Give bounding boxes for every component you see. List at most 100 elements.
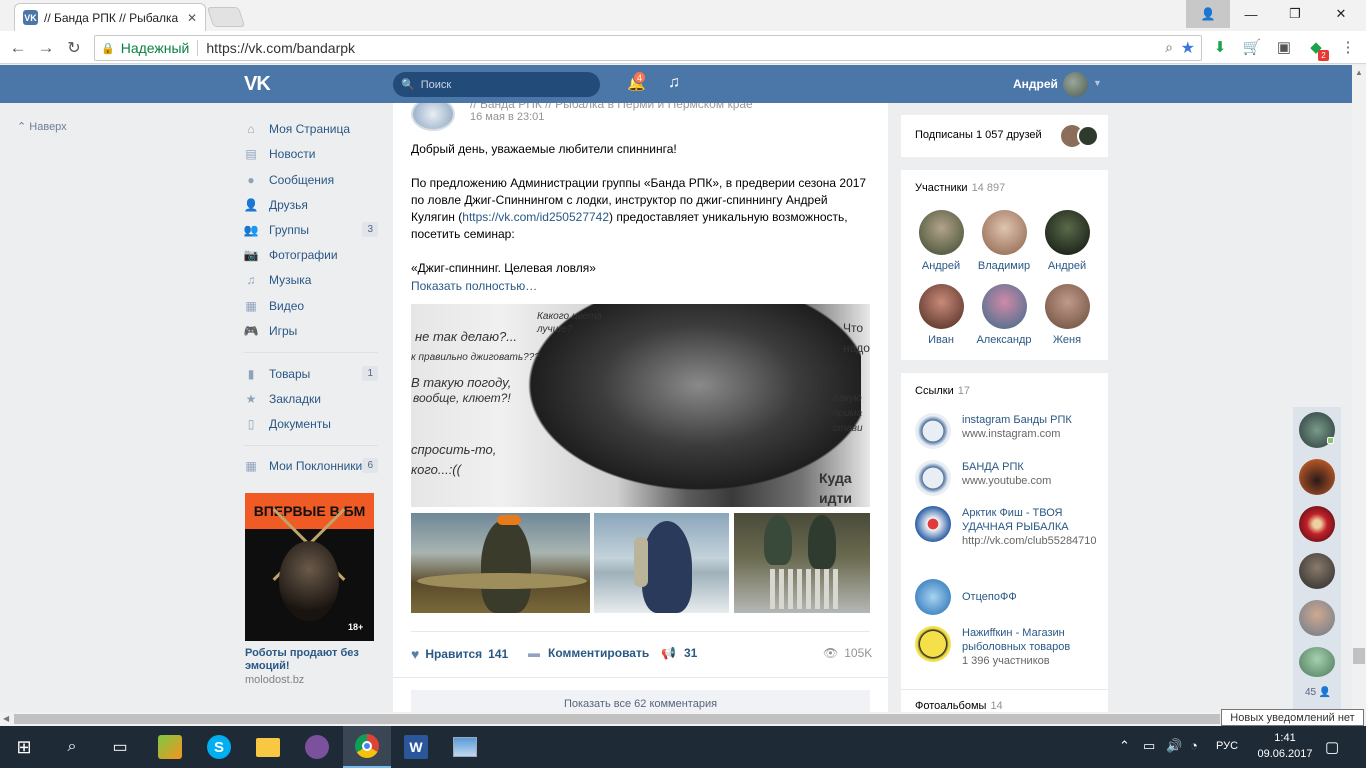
member-item[interactable]: Александр [974,284,1034,346]
like-button[interactable]: ♥ Нравится 141 [411,646,508,662]
ad-site[interactable]: molodost.bz [245,674,304,686]
share-button[interactable]: 📢 31 [661,646,697,660]
volume-icon[interactable]: 🔊 [1166,738,1182,754]
sidebar-item-documents[interactable]: ▯ Документы [244,411,378,436]
back-arrow-icon[interactable]: ← [6,36,30,60]
chrome-icon[interactable] [343,726,391,768]
sidebar-item-bookmarks[interactable]: ★ Закладки [244,386,378,411]
albums-title[interactable]: Фотоальбомы 14 [915,700,1003,712]
download-extension-icon[interactable]: ⬇ [1209,36,1231,58]
scroll-left-arrow-icon[interactable]: ◀ [3,714,9,723]
ad-banner[interactable]: ВПЕРВЫЕ В БМ 18+ [245,493,374,641]
zoom-icon[interactable]: ⌕ [1165,39,1173,56]
task-view-icon[interactable]: ▭ [96,726,144,768]
show-all-comments-button[interactable]: Показать все 62 комментария [411,690,870,713]
post-group-name[interactable]: // Банда РПК // Рыбалка в Перми и Пермск… [470,103,753,111]
sidebar-item-music[interactable]: ♫ Музыка [244,267,378,292]
comment-button[interactable]: ▬ Комментировать [528,646,649,660]
link-item[interactable]: Нажиffкин - Магазин рыболовных товаров 1 … [915,626,1107,668]
sidebar-item-goods[interactable]: ▮ Товары 1 [244,361,378,386]
friend-avatar[interactable] [1299,553,1335,589]
scroll-to-top-link[interactable]: ⌃ Наверх [17,120,67,133]
reload-icon[interactable]: ↻ [62,36,86,60]
person-icon: 👤 [243,197,259,212]
member-item[interactable]: Женя [1037,284,1097,346]
show-more-link[interactable]: Показать полностью… [411,279,537,293]
ad-title[interactable]: Роботы продают без эмоций! [245,647,375,673]
battery-icon[interactable]: ▭ [1143,738,1155,754]
horizontal-scroll-thumb[interactable] [14,714,1220,724]
taskbar-app-game-icon[interactable] [146,726,194,768]
viber-icon[interactable] [293,726,341,768]
close-window-icon[interactable]: ✕ [1318,0,1364,28]
taskbar-search-icon[interactable]: ⌕ [48,726,96,768]
action-center-icon[interactable]: ▢ [1325,738,1339,756]
friend-avatar[interactable] [1299,459,1335,495]
member-item[interactable]: Владимир [974,210,1034,272]
post-main-photo[interactable]: Какого цвета лучше? не так делаю?... к п… [411,304,870,507]
windows-start-icon[interactable]: ⊞ [0,726,48,768]
member-item[interactable]: Андрей [911,210,971,272]
chevron-down-icon[interactable]: ▼ [1093,78,1102,88]
post-photo-catch[interactable] [734,513,870,613]
photo-viewer-icon[interactable] [441,726,489,768]
sidebar-item-friends[interactable]: 👤 Друзья [244,192,378,217]
sidebar-item-video[interactable]: ▦ Видео [244,293,378,318]
sidebar-item-messages[interactable]: ● Сообщения [244,167,378,192]
member-item[interactable]: Иван [911,284,971,346]
sidebar-item-photos[interactable]: 📷 Фотографии [244,242,378,267]
search-input[interactable]: 🔍 Поиск [393,72,600,97]
members-title[interactable]: Участники 14 897 [915,182,1005,194]
sidebar-item-games[interactable]: 🎮 Игры [244,318,378,343]
word-icon[interactable]: W [392,726,440,768]
vertical-scrollbar[interactable] [1352,65,1366,712]
tab-close-icon[interactable]: ✕ [187,11,197,25]
fisherman-figure [481,519,531,613]
link-item[interactable]: БАНДА РПК www.youtube.com [915,460,1107,496]
post-date[interactable]: 16 мая в 23:01 [470,111,544,123]
friend-avatar[interactable] [1299,506,1335,542]
friend-avatar[interactable] [1299,647,1335,677]
group-avatar[interactable] [411,103,455,131]
link-item[interactable]: ОтцепоФФ [915,579,1107,615]
post-photo-boat[interactable] [594,513,729,613]
user-avatar[interactable] [1063,72,1088,97]
restore-icon[interactable]: ❐ [1272,0,1318,28]
user-name[interactable]: Андрей [1013,77,1058,91]
sidebar-item-label: Закладки [269,391,321,406]
bookmark-star-icon[interactable]: ★ [1181,38,1195,58]
subscribed-friends-card[interactable]: Подписаны 1 057 друзей [901,115,1108,157]
tray-up-arrow-icon[interactable]: ⌃ [1119,738,1130,754]
vk-logo-icon[interactable]: VK [244,73,271,96]
sidebar-item-groups[interactable]: 👥 Группы 3 [244,217,378,242]
network-icon[interactable]: ◔ [1190,738,1198,753]
link-item[interactable]: instagram Банды РПК www.instagram.com [915,413,1107,449]
language-indicator[interactable]: РУС [1216,740,1238,752]
address-bar[interactable]: 🔒 Надежный https://vk.com/bandarpk ⌕ ★ [94,35,1202,61]
new-tab-button[interactable] [206,7,246,27]
sidebar-item-fans[interactable]: ▦ Мои Поклонники 6 [244,453,378,478]
forward-arrow-icon[interactable]: → [34,36,58,60]
links-title[interactable]: Ссылки 17 [915,385,970,397]
shopping-bag-icon: ▮ [247,366,255,381]
link-item[interactable]: Арктик Фиш - ТВОЯ УДАЧНАЯ РЫБАЛКА http://… [915,506,1107,548]
profile-icon[interactable]: 👤 [1186,0,1230,28]
minimize-icon[interactable]: — [1228,0,1274,28]
vertical-scroll-thumb[interactable] [1353,648,1365,664]
friend-avatar[interactable] [1299,600,1335,636]
briefcase-extension-icon[interactable]: ▣ [1273,36,1295,58]
chrome-menu-icon[interactable]: ⋮ [1337,36,1359,58]
instructor-link[interactable]: https://vk.com/id250527742 [462,210,609,224]
sidebar-item-news[interactable]: ▤ Новости [244,141,378,166]
scroll-up-arrow-icon[interactable]: ▲ [1355,68,1363,77]
member-item[interactable]: Андрей [1037,210,1097,272]
friends-online-count[interactable]: 45 👤 [1305,687,1331,698]
post-photo-pike[interactable] [411,513,590,613]
cart-extension-icon[interactable]: 🛒 [1241,36,1263,58]
system-clock[interactable]: 1:41 09.06.2017 [1250,730,1320,762]
music-note-icon[interactable]: ♫ [668,74,680,92]
skype-icon[interactable]: S [195,726,243,768]
sidebar-item-my-page[interactable]: ⌂ Моя Страница [244,116,378,141]
file-explorer-icon[interactable] [244,726,292,768]
browser-tab[interactable]: VK // Банда РПК // Рыбалка ✕ [14,3,206,31]
